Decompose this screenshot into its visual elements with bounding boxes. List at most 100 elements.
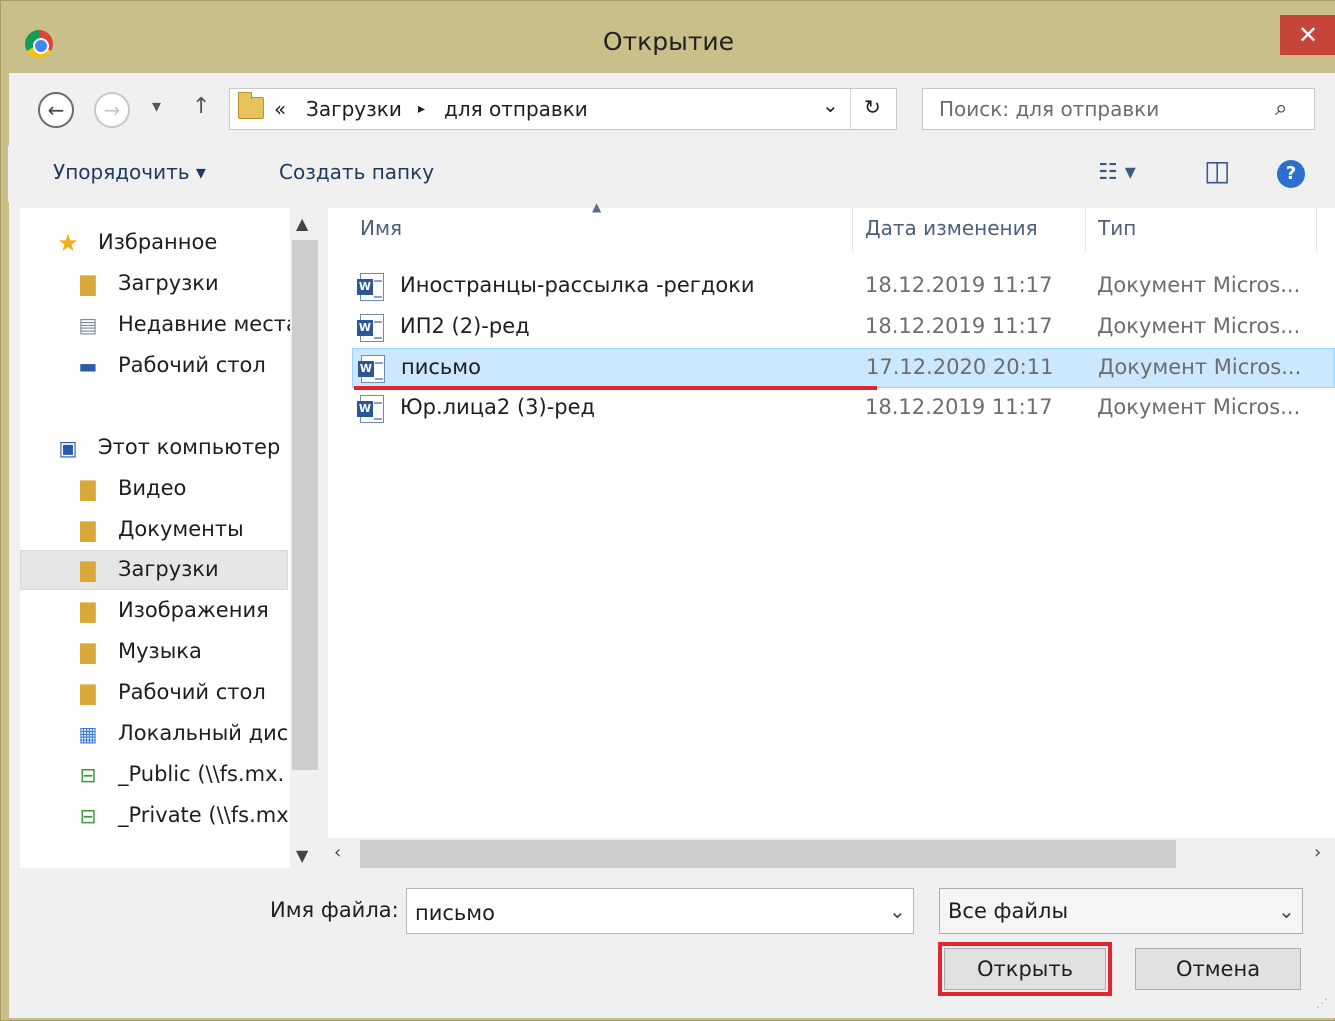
- sidebar-item-recent-places[interactable]: ▤ Недавние места: [76, 306, 299, 346]
- search-box[interactable]: Поиск: для отправки ⌕: [922, 88, 1315, 130]
- sidebar-label: Рабочий стол: [118, 353, 266, 377]
- sidebar-label: Загрузки: [118, 271, 219, 295]
- cancel-button[interactable]: Отмена: [1135, 948, 1301, 990]
- column-divider[interactable]: [1316, 208, 1317, 252]
- search-input[interactable]: Поиск: для отправки: [939, 97, 1159, 121]
- address-bar[interactable]: « Загрузки ▸ для отправки ⌄ ↻: [229, 88, 897, 130]
- sidebar-item-pictures[interactable]: ▇ Изображения: [76, 592, 288, 632]
- drive-icon: ▦: [78, 722, 98, 746]
- file-type: Документ Micros...: [1097, 273, 1301, 297]
- desktop-folder-icon: ▇: [80, 681, 96, 705]
- filter-value: Все файлы: [948, 899, 1069, 923]
- resize-grip-icon[interactable]: ⋰: [1316, 996, 1329, 1010]
- file-row[interactable]: Иностранцы-рассылка -регдоки 18.12.2019 …: [352, 267, 1335, 307]
- file-type: Документ Micros...: [1098, 355, 1302, 379]
- file-type-filter[interactable]: Все файлы ⌄: [939, 888, 1303, 934]
- file-row[interactable]: Юр.лица2 (3)-ред 18.12.2019 11:17 Докуме…: [352, 389, 1335, 429]
- sidebar-item-documents[interactable]: ▇ Документы: [76, 511, 288, 551]
- sidebar-item-downloads[interactable]: ▇ Загрузки: [20, 550, 288, 590]
- column-header-type[interactable]: Тип: [1098, 216, 1136, 240]
- scroll-down-icon[interactable]: ▼: [296, 846, 308, 865]
- sort-ascending-icon: ▲: [592, 200, 602, 214]
- search-icon[interactable]: ⌕: [1275, 96, 1287, 121]
- close-button[interactable]: ✕: [1280, 15, 1335, 55]
- scroll-left-icon[interactable]: ‹: [334, 842, 341, 863]
- sidebar-label: Документы: [118, 517, 244, 541]
- help-icon[interactable]: ?: [1277, 160, 1305, 188]
- breadcrumb-for-sending[interactable]: для отправки: [444, 97, 588, 121]
- file-date: 17.12.2020 20:11: [866, 355, 1054, 379]
- file-date: 18.12.2019 11:17: [865, 314, 1053, 338]
- desktop-icon: ▬: [78, 354, 98, 378]
- view-options-icon[interactable]: ☷ ▾: [1098, 160, 1136, 185]
- window-title: Открытие: [602, 27, 735, 56]
- sidebar-label: Этот компьютер: [98, 435, 281, 459]
- scroll-up-icon[interactable]: ▲: [296, 214, 308, 233]
- sidebar-item-downloads-fav[interactable]: ▇ Загрузки: [76, 265, 288, 305]
- column-header-name[interactable]: Имя: [360, 216, 402, 240]
- sidebar-item-local-disk[interactable]: ▦ Локальный диск: [76, 715, 288, 755]
- file-date: 18.12.2019 11:17: [865, 273, 1053, 297]
- sidebar-item-desktop[interactable]: ▇ Рабочий стол: [76, 674, 288, 714]
- computer-icon: ▣: [58, 436, 78, 460]
- organize-button[interactable]: Упорядочить ▾: [53, 160, 206, 184]
- star-icon: ★: [57, 229, 79, 257]
- network-drive-icon: ⊟: [79, 763, 97, 787]
- file-row[interactable]: ИП2 (2)-ред 18.12.2019 11:17 Документ Mi…: [352, 308, 1335, 348]
- sidebar-item-music[interactable]: ▇ Музыка: [76, 633, 288, 673]
- scroll-right-icon[interactable]: ›: [1314, 842, 1321, 863]
- breadcrumb-downloads[interactable]: Загрузки: [306, 97, 402, 121]
- file-name: ИП2 (2)-ред: [400, 314, 530, 338]
- hscroll-thumb[interactable]: [360, 840, 1176, 868]
- sidebar-label: Музыка: [118, 639, 202, 663]
- sidebar-this-pc[interactable]: ▣ Этот компьютер: [56, 429, 288, 469]
- preview-pane-icon[interactable]: ◫: [1204, 154, 1230, 187]
- downloads-folder-icon: ▇: [80, 272, 96, 296]
- file-name: Юр.лица2 (3)-ред: [400, 395, 596, 419]
- chevron-down-icon[interactable]: ⌄: [1278, 899, 1295, 923]
- sidebar-item-desktop-fav[interactable]: ▬ Рабочий стол: [76, 347, 288, 387]
- new-folder-button[interactable]: Создать папку: [279, 160, 434, 184]
- sidebar-item-public-share[interactable]: ⊟ _Public (\\fs.mx.: [76, 756, 288, 796]
- address-dropdown-icon[interactable]: ⌄: [822, 93, 839, 117]
- column-divider[interactable]: [1085, 208, 1086, 252]
- file-type: Документ Micros...: [1097, 395, 1301, 419]
- sidebar-scroll-thumb[interactable]: [292, 240, 318, 770]
- chevron-down-icon[interactable]: ⌄: [889, 899, 906, 923]
- file-list: [328, 208, 1335, 868]
- column-divider[interactable]: [852, 208, 853, 252]
- title-bar: Открытие ✕: [1, 1, 1335, 73]
- refresh-icon[interactable]: ↻: [864, 95, 881, 119]
- address-divider: [850, 89, 851, 129]
- video-folder-icon: ▇: [80, 477, 96, 501]
- documents-folder-icon: ▇: [80, 518, 96, 542]
- downloads-folder-icon: ▇: [80, 558, 96, 582]
- breadcrumb-overflow[interactable]: «: [274, 97, 286, 121]
- word-document-icon: [358, 355, 385, 383]
- pictures-folder-icon: ▇: [80, 599, 96, 623]
- sidebar-label: Избранное: [98, 230, 218, 254]
- file-date: 18.12.2019 11:17: [865, 395, 1053, 419]
- sidebar-label: Рабочий стол: [118, 680, 266, 704]
- up-button[interactable]: ↑: [192, 94, 210, 119]
- word-document-icon: [357, 273, 384, 301]
- filename-value[interactable]: письмо: [415, 901, 495, 925]
- file-name: письмо: [401, 355, 481, 379]
- recent-locations-button[interactable]: ▾: [152, 96, 161, 117]
- file-row-selected[interactable]: письмо 17.12.2020 20:11 Документ Micros.…: [352, 348, 1335, 388]
- sidebar-label: _Private (\\fs.mx.: [118, 803, 288, 827]
- breadcrumb-separator-icon[interactable]: ▸: [418, 101, 425, 117]
- word-document-icon: [357, 395, 384, 423]
- sidebar-item-video[interactable]: ▇ Видео: [76, 470, 288, 510]
- sidebar-label: Недавние места: [118, 312, 299, 336]
- sidebar-label: _Public (\\fs.mx.: [118, 762, 285, 786]
- column-header-date[interactable]: Дата изменения: [865, 216, 1038, 240]
- sidebar-item-private-share[interactable]: ⊟ _Private (\\fs.mx.: [76, 797, 288, 837]
- filename-field[interactable]: письмо ⌄: [406, 888, 914, 934]
- open-button[interactable]: Открыть: [938, 942, 1112, 996]
- sidebar-favorites[interactable]: ★ Избранное: [56, 224, 286, 264]
- back-button[interactable]: ←: [38, 92, 74, 128]
- sidebar-label: Видео: [118, 476, 187, 500]
- forward-button[interactable]: →: [94, 92, 130, 128]
- word-document-icon: [357, 314, 384, 342]
